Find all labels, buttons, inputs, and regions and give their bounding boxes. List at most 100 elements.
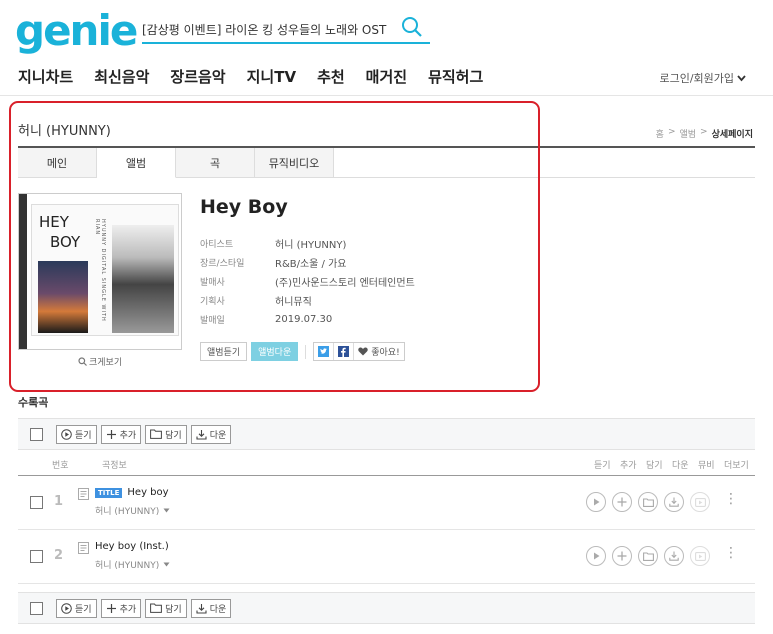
login-link[interactable]: 로그인/회원가입: [659, 70, 746, 86]
row-actions: [586, 492, 710, 512]
nav-chart[interactable]: 지니차트: [18, 66, 73, 87]
detail-tabs: 메인 앨범 곡 뮤직비디오: [18, 146, 755, 178]
listen-selected-button[interactable]: 듣기: [56, 424, 97, 444]
breadcrumb-current: 상세페이지: [711, 130, 753, 140]
more-options-icon[interactable]: ⋮: [724, 491, 738, 507]
cover-photo-sunset: [38, 261, 88, 333]
nav-recommend[interactable]: 추천: [317, 66, 345, 87]
plus-icon: [617, 497, 627, 507]
save-to-folder-button[interactable]: [638, 492, 658, 512]
breadcrumb-sep: >: [667, 127, 676, 137]
nav-genre[interactable]: 장르음악: [170, 66, 225, 87]
lyrics-icon[interactable]: [78, 488, 89, 500]
more-options-icon[interactable]: ⋮: [724, 545, 738, 561]
tab-music-video[interactable]: 뮤직비디오: [255, 148, 334, 178]
listen-label: 듣기: [75, 430, 92, 441]
zoom-cover-link[interactable]: 크게보기: [78, 355, 122, 368]
info-value-artist[interactable]: 허니 (HYUNNY): [275, 236, 346, 251]
breadcrumb-sep: >: [700, 127, 708, 137]
info-label: 기획사: [200, 297, 225, 307]
nav-magazine[interactable]: 매거진: [366, 66, 407, 87]
twitter-share-button[interactable]: [314, 343, 335, 360]
like-label: 좋아요!: [371, 348, 400, 358]
album-listen-button[interactable]: 앨범듣기: [200, 342, 248, 361]
play-button[interactable]: [586, 492, 606, 512]
breadcrumb-home[interactable]: 홈: [656, 127, 664, 140]
caret-down-icon: [163, 508, 170, 513]
like-button[interactable]: 좋아요!: [354, 343, 403, 360]
save-selected-button[interactable]: 담기: [145, 424, 187, 444]
add-to-playlist-button[interactable]: [612, 492, 632, 512]
album-download-button[interactable]: 앨범다운: [251, 342, 299, 361]
track-artist[interactable]: 허니 (HYUNNY): [95, 504, 170, 517]
share-group: 좋아요!: [313, 342, 405, 361]
track-title-wrap: Hey boy (Inst.): [95, 541, 169, 552]
add-selected-button[interactable]: 추가: [100, 424, 142, 444]
heart-icon: [358, 347, 368, 356]
nav-tv[interactable]: 지니TV: [247, 66, 296, 87]
info-row-publisher: 발매사 (주)민사운드스토리 엔터테인먼트: [200, 272, 415, 291]
row-checkbox[interactable]: [30, 496, 43, 509]
listen-label: 듣기: [75, 604, 92, 615]
download-label: 다운: [209, 430, 227, 441]
track-artist[interactable]: 허니 (HYUNNY): [95, 558, 170, 571]
track-artist-name: 허니 (HYUNNY): [95, 561, 160, 571]
download-button[interactable]: [664, 546, 684, 566]
row-checkbox[interactable]: [30, 550, 43, 563]
cover-art: HEY BOY HYUNNY DIGITAL SINGLE WITH RIAN: [31, 204, 179, 336]
divider: [305, 344, 307, 359]
col-add: 추가: [620, 461, 637, 471]
add-label: 추가: [119, 604, 137, 615]
music-video-button[interactable]: [690, 492, 710, 512]
cover-text-hey: HEY: [39, 213, 69, 231]
col-more: 더보기: [724, 461, 749, 471]
album-cover[interactable]: HEY BOY HYUNNY DIGITAL SINGLE WITH RIAN: [18, 193, 182, 350]
search-button[interactable]: [400, 16, 424, 40]
select-all-checkbox[interactable]: [30, 427, 43, 441]
listen-selected-button[interactable]: 듣기: [56, 598, 97, 618]
save-label: 담기: [165, 604, 182, 615]
download-selected-button[interactable]: 다운: [190, 424, 232, 444]
play-icon: [594, 552, 600, 560]
tab-album[interactable]: 앨범: [97, 148, 176, 178]
select-all-checkbox[interactable]: [30, 601, 43, 615]
music-video-button[interactable]: [690, 546, 710, 566]
info-row-agency: 기획사 허니뮤직: [200, 291, 415, 310]
save-selected-button[interactable]: 담기: [145, 598, 187, 618]
login-label: 로그인/회원가입: [659, 72, 734, 85]
cover-photo-portrait: [112, 225, 174, 333]
cover-spine: [19, 194, 27, 349]
folder-icon: [642, 497, 654, 507]
lyrics-icon[interactable]: [78, 542, 89, 554]
add-selected-button[interactable]: 추가: [100, 598, 142, 618]
col-listen: 듣기: [594, 461, 611, 471]
track-number: 1: [54, 494, 64, 509]
col-download: 다운: [672, 461, 689, 471]
breadcrumb-album[interactable]: 앨범: [679, 127, 696, 140]
artist-name-heading: 허니 (HYUNNY): [18, 124, 111, 139]
track-title[interactable]: Hey boy (Inst.): [95, 541, 169, 552]
save-to-folder-button[interactable]: [638, 546, 658, 566]
facebook-share-button[interactable]: [334, 343, 355, 360]
tab-songs[interactable]: 곡: [176, 148, 255, 178]
download-icon: [196, 429, 207, 440]
info-value-publisher: (주)민사운드스토리 엔터테인먼트: [275, 278, 415, 289]
breadcrumb: 홈 > 앨범 > 상세페이지: [656, 127, 753, 140]
play-button[interactable]: [586, 546, 606, 566]
download-button[interactable]: [664, 492, 684, 512]
genie-logo[interactable]: genie: [15, 6, 138, 56]
search-input[interactable]: [142, 19, 392, 39]
add-label: 추가: [119, 430, 137, 441]
track-title[interactable]: Hey boy: [127, 487, 168, 498]
download-selected-button[interactable]: 다운: [190, 598, 232, 618]
main-nav: 지니차트 최신음악 장르음악 지니TV 추천 매거진 뮤직허그: [18, 66, 504, 87]
col-song-info: 곡정보: [102, 461, 127, 471]
info-row-release-date: 발매일 2019.07.30: [200, 310, 415, 329]
nav-musichug[interactable]: 뮤직허그: [428, 66, 483, 87]
album-title: Hey Boy: [200, 196, 288, 218]
nav-latest[interactable]: 최신음악: [94, 66, 149, 87]
add-to-playlist-button[interactable]: [612, 546, 632, 566]
info-row-genre: 장르/스타일 R&B/소울 / 가요: [200, 253, 415, 272]
plus-icon: [106, 603, 116, 613]
tab-main[interactable]: 메인: [18, 148, 97, 178]
